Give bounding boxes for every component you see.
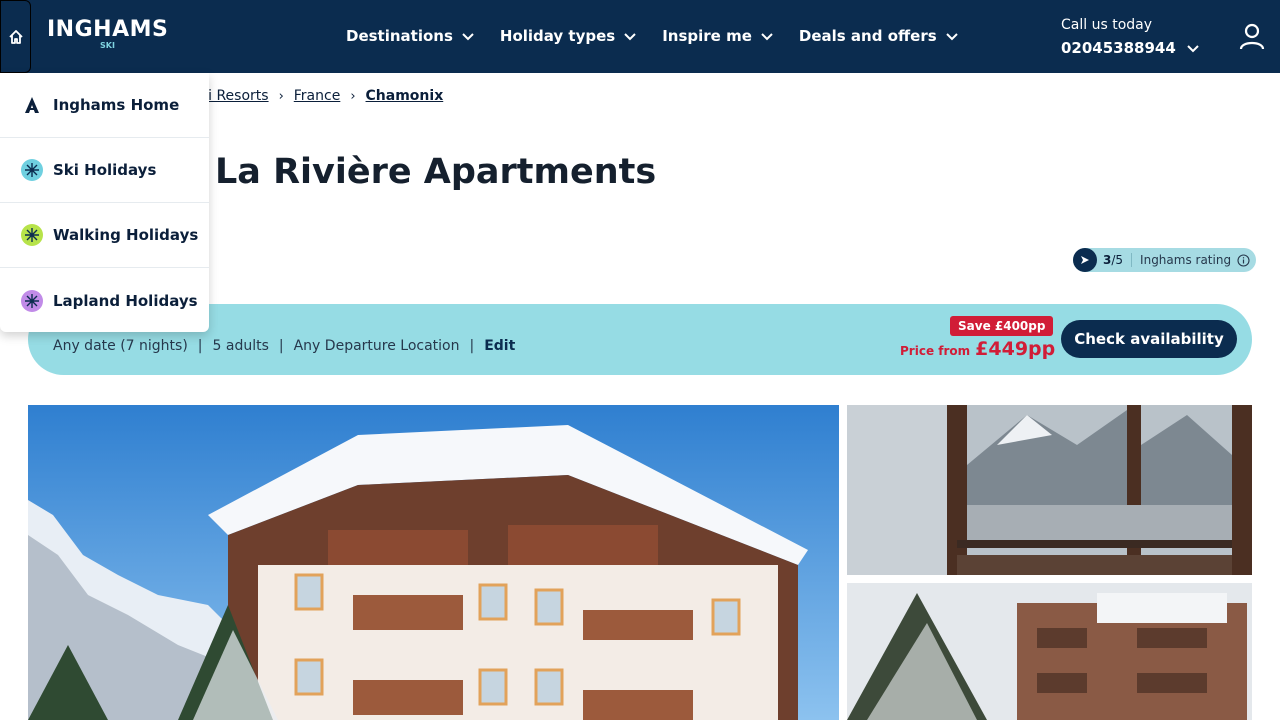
lapland-icon: [20, 289, 44, 313]
call-label: Call us today: [1061, 17, 1153, 33]
breadcrumb-ski-resorts[interactable]: ki Resorts: [200, 88, 269, 104]
search-guests: 5 adults: [212, 338, 269, 354]
user-icon: [1239, 23, 1265, 50]
menu-item-lapland-holidays[interactable]: Lapland Holidays: [0, 268, 209, 333]
snowflake-icon: [20, 158, 44, 182]
inghams-logo-icon: [20, 93, 44, 117]
info-icon[interactable]: [1237, 253, 1250, 267]
menu-item-inghams-home[interactable]: Inghams Home: [0, 73, 209, 138]
nav-inspire-me[interactable]: Inspire me: [662, 24, 774, 48]
inghams-rating: 3/5 Inghams rating: [1073, 248, 1257, 272]
phone-number[interactable]: 02045388944: [1061, 37, 1200, 59]
chevron-down-icon: [462, 33, 474, 41]
balcony-view-photo[interactable]: [847, 405, 1252, 575]
menu-item-label: Inghams Home: [53, 96, 180, 114]
phone-text: 02045388944: [1061, 39, 1176, 57]
divider: |: [278, 338, 284, 354]
menu-item-label: Walking Holidays: [53, 226, 199, 244]
menu-item-ski-holidays[interactable]: Ski Holidays: [0, 138, 209, 203]
nav-deals-offers[interactable]: Deals and offers: [799, 24, 959, 48]
page-title: La Rivière Apartments: [215, 152, 657, 192]
price-value: £449pp: [975, 338, 1056, 360]
site-header: INGHAMS SKI Destinations Holiday types I…: [0, 0, 1280, 73]
divider: |: [197, 338, 203, 354]
price-from: Price from £449pp: [900, 338, 1055, 360]
chevron-down-icon: [624, 33, 636, 41]
rating-score: 3/5: [1097, 253, 1133, 267]
nav-destinations[interactable]: Destinations: [346, 24, 475, 48]
breadcrumb-france[interactable]: France: [294, 88, 341, 104]
chevron-down-icon: [1187, 45, 1199, 53]
breadcrumb-chamonix[interactable]: Chamonix: [366, 88, 444, 104]
nav-label: Deals and offers: [798, 27, 937, 45]
chevron-down-icon: [761, 33, 773, 41]
rating-label-text: Inghams rating: [1140, 253, 1232, 267]
walking-icon: [20, 223, 44, 247]
menu-item-label: Ski Holidays: [53, 161, 157, 179]
logo-sub: SKI: [100, 41, 115, 50]
edit-search-link[interactable]: Edit: [484, 338, 515, 354]
search-departure: Any Departure Location: [293, 338, 460, 354]
exterior-trees-photo[interactable]: [847, 583, 1252, 720]
chevron-right-icon: ›: [278, 88, 284, 104]
rating-badge-icon: [1073, 248, 1097, 272]
menu-item-label: Lapland Holidays: [53, 291, 198, 310]
inghams-logo[interactable]: INGHAMS SKI: [47, 17, 169, 51]
price-from-label: Price from: [900, 344, 971, 358]
home-icon: [8, 29, 23, 44]
search-summary: Any date (7 nights) | 5 adults | Any Dep…: [53, 338, 515, 354]
nav-label: Destinations: [346, 27, 453, 45]
account-button[interactable]: [1236, 20, 1268, 52]
nav-holiday-types[interactable]: Holiday types: [500, 24, 637, 48]
save-badge: Save £400pp: [950, 316, 1054, 336]
logo-brand: INGHAMS: [47, 17, 169, 42]
chevron-down-icon: [945, 33, 958, 41]
rating-label[interactable]: Inghams rating: [1132, 253, 1256, 267]
breadcrumb: ki Resorts › France › Chamonix: [200, 88, 443, 104]
home-dropdown-menu: Inghams Home Ski Holidays Walking Holida…: [0, 73, 209, 332]
home-menu-button[interactable]: [0, 0, 31, 73]
call-us[interactable]: Call us today 02045388944: [1061, 16, 1200, 59]
nav-label: Holiday types: [499, 27, 616, 45]
check-availability-button[interactable]: Check availability: [1061, 320, 1237, 358]
menu-item-walking-holidays[interactable]: Walking Holidays: [0, 203, 209, 268]
nav-label: Inspire me: [662, 27, 752, 45]
chevron-right-icon: ›: [350, 88, 356, 104]
divider: |: [469, 338, 475, 354]
main-nav: Destinations Holiday types Inspire me De…: [346, 24, 984, 48]
search-dates: Any date (7 nights): [53, 338, 188, 354]
availability-bar: Any date (7 nights) | 5 adults | Any Dep…: [28, 304, 1252, 375]
hotel-main-photo[interactable]: [28, 405, 839, 720]
